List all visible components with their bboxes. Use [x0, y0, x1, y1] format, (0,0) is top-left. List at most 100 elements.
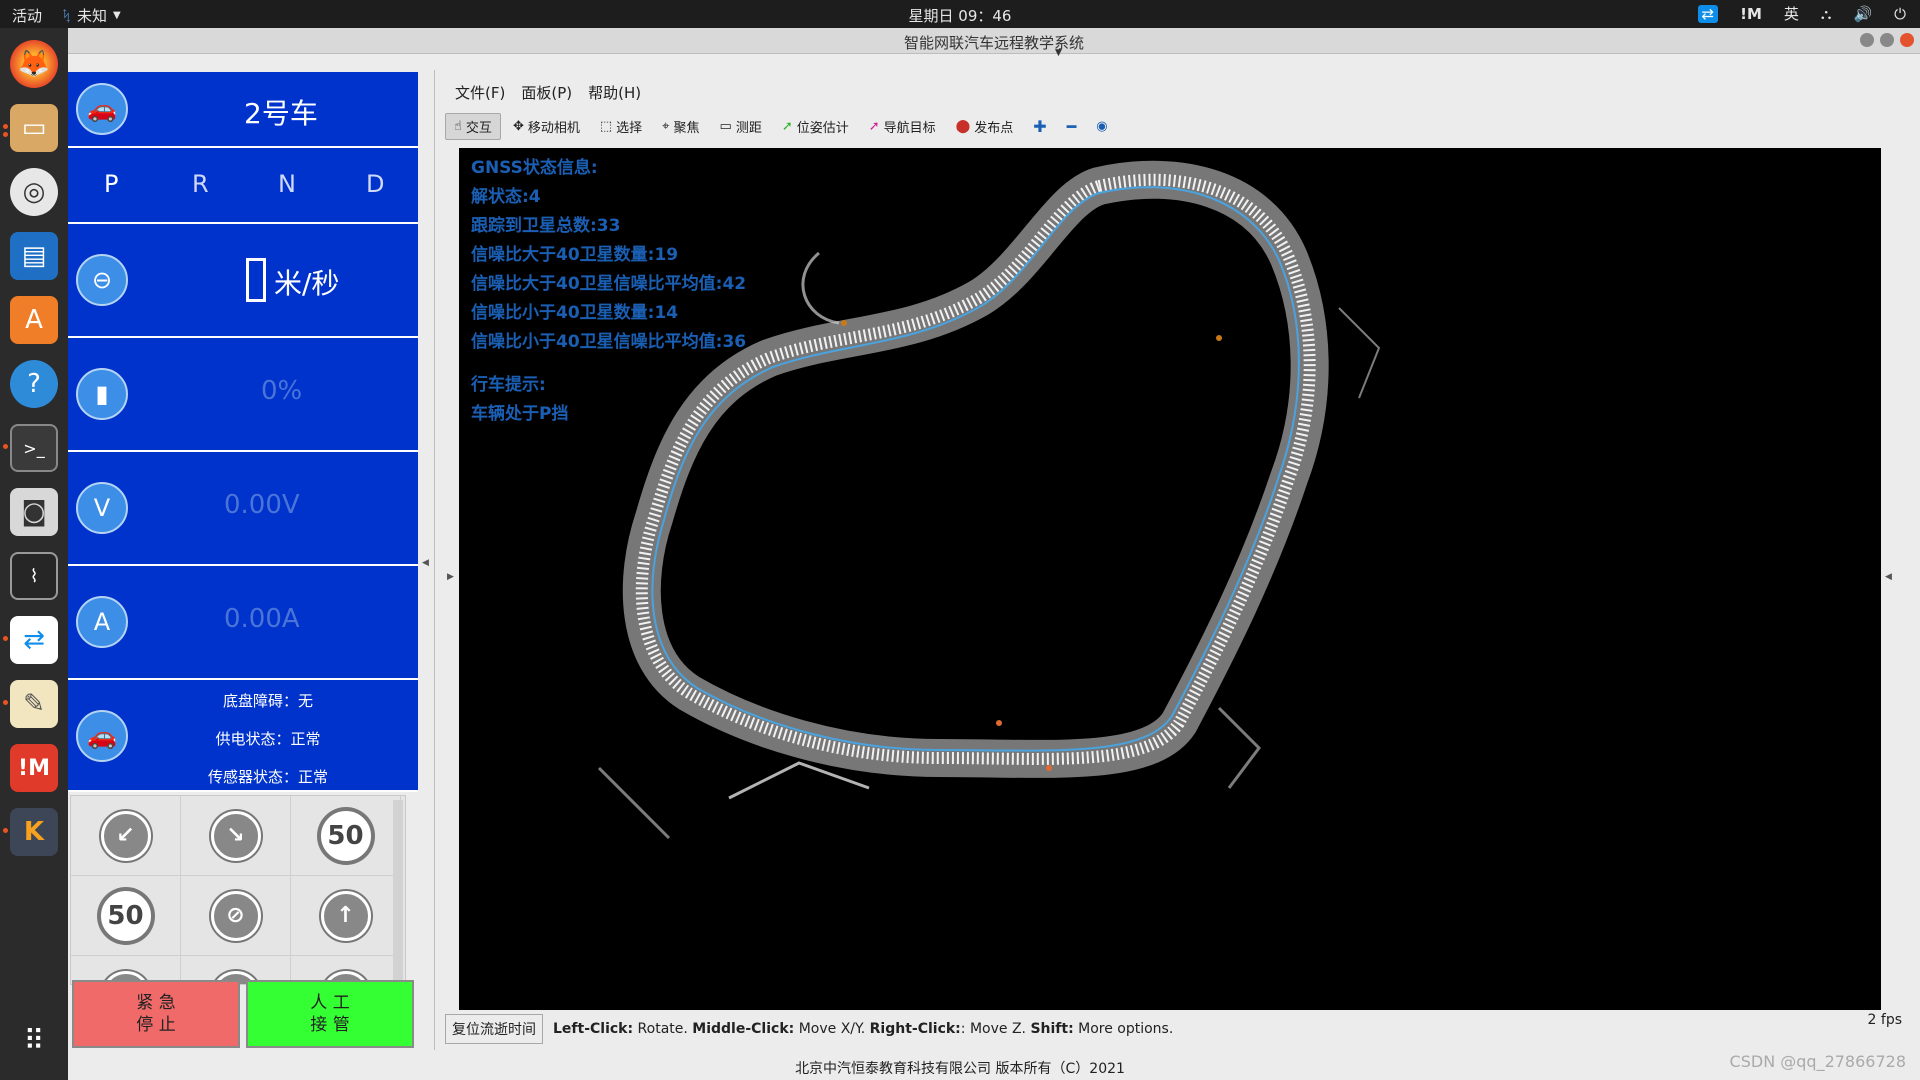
camera-icon[interactable]: ◙: [10, 488, 58, 536]
power-icon[interactable]: ⏻: [1894, 5, 1906, 23]
battery-percent: 0%: [261, 376, 303, 406]
speed-value-box: [246, 258, 266, 302]
view-options-icon[interactable]: ◉: [1088, 116, 1115, 137]
sign-cell[interactable]: ↑: [291, 876, 401, 956]
fps-counter: 2 fps: [1867, 1012, 1902, 1028]
car-icon: 🚗: [76, 83, 128, 135]
copyright-footer: 北京中汽恒泰教育科技有限公司 版本所有（C）2021: [795, 1061, 1125, 1077]
tool-interact[interactable]: ☝ 交互: [445, 112, 501, 140]
network-icon[interactable]: ⛬: [1821, 5, 1832, 23]
tool-focus[interactable]: ⌖ 聚焦: [654, 114, 707, 139]
power-status: 供电状态：正常: [215, 730, 321, 748]
select-icon: ⬚: [599, 118, 613, 134]
im-icon[interactable]: !M: [10, 744, 58, 792]
help-icon[interactable]: ?: [10, 360, 58, 408]
status-block: 🚗 底盘障碍：无 供电状态：正常 传感器状态：正常: [68, 680, 418, 792]
sign-cell[interactable]: ⊘: [181, 876, 291, 956]
volume-icon[interactable]: 🔊: [1853, 5, 1872, 23]
terminal-icon[interactable]: >_: [10, 424, 58, 472]
pose-estimate-icon: ➚: [781, 118, 793, 134]
dock: 🦊 ▭ ◎ ▤ A ? >_ ◙ ⌇ ⇄ ✎ !M K ⠿: [0, 28, 68, 1080]
emergency-stop-button[interactable]: 紧 急 停 止: [72, 980, 240, 1048]
driving-hint: 车辆处于P挡: [471, 404, 569, 424]
straight-sign-icon: ↑: [320, 890, 371, 941]
voltage-icon: V: [76, 482, 128, 534]
current-value: 0.00A: [224, 604, 300, 634]
maximize-button[interactable]: [1880, 33, 1894, 47]
rhythmbox-icon[interactable]: ◎: [10, 168, 58, 216]
gear-d[interactable]: D: [366, 170, 384, 198]
left-collapse-arrow-icon[interactable]: ▶: [447, 572, 454, 582]
text-editor-icon[interactable]: ✎: [10, 680, 58, 728]
sensor-status: 传感器状态：正常: [207, 768, 328, 786]
voltage-block: V 0.00V: [68, 452, 418, 566]
vehicle-panel: 🚗 2号车 P R N D ⊖ 米/秒 ▮ 0% V 0.00V A 0.00A…: [68, 70, 418, 1055]
hand-icon: ☝: [454, 118, 462, 134]
left-splitter-arrow-icon[interactable]: ◀: [422, 558, 429, 568]
remove-tool-button[interactable]: ━: [1059, 114, 1085, 139]
tool-publish-point[interactable]: ⬤ 发布点: [948, 114, 1022, 139]
battery-block: ▮ 0%: [68, 338, 418, 452]
gnss-solution: 解状态:4: [471, 187, 541, 207]
gnss-overlay: GNSS状态信息: 解状态:4 跟踪到卫星总数:33 信噪比大于40卫星数量:1…: [471, 154, 746, 429]
menu-file[interactable]: 文件(F): [455, 82, 505, 103]
close-button[interactable]: [1900, 33, 1914, 47]
speed-limit-sign-icon: 50: [100, 890, 151, 941]
menu-help[interactable]: 帮助(H): [588, 82, 641, 103]
software-icon[interactable]: A: [10, 296, 58, 344]
chevron-down-icon: ▼: [1055, 48, 1062, 58]
gnss-snr-above-count: 信噪比大于40卫星数量:19: [471, 245, 679, 265]
im-tray-icon[interactable]: !M: [1740, 5, 1762, 23]
firefox-icon[interactable]: 🦊: [10, 40, 58, 88]
gnss-snr-above-avg: 信噪比大于40卫星信噪比平均值:42: [471, 274, 747, 294]
sign-grid-scrollbar[interactable]: [393, 800, 403, 980]
traffic-sign-grid[interactable]: ↙ ↘ 50 50 ⊘ ↑: [70, 795, 406, 985]
gear-block: P R N D: [68, 148, 418, 224]
kylin-icon[interactable]: K: [10, 808, 58, 856]
sign-cell[interactable]: 50: [71, 876, 181, 956]
right-collapse-arrow-icon[interactable]: ◀: [1885, 572, 1892, 582]
gear-r[interactable]: R: [192, 170, 209, 198]
3d-viewport[interactable]: GNSS状态信息: 解状态:4 跟踪到卫星总数:33 信噪比大于40卫星数量:1…: [459, 148, 1881, 1010]
speed-limit-sign-icon: 50: [320, 810, 371, 861]
gnss-snr-below-count: 信噪比小于40卫星数量:14: [471, 303, 679, 323]
minimize-button[interactable]: [1860, 33, 1874, 47]
car-icon: 🚗: [76, 710, 128, 762]
clock[interactable]: 星期日 09：46: [0, 5, 1920, 26]
tool-select[interactable]: ⬚ 选择: [592, 114, 650, 139]
chassis-fault-status: 底盘障碍：无: [222, 692, 313, 710]
writer-icon[interactable]: ▤: [10, 232, 58, 280]
focus-icon: ⌖: [662, 118, 670, 134]
reset-time-button[interactable]: 复位流逝时间: [445, 1014, 543, 1044]
driving-hint-title: 行车提示:: [471, 375, 546, 395]
measure-icon: ▭: [719, 118, 732, 134]
speed-unit: 米/秒: [274, 267, 340, 300]
watermark: CSDN @qq_27866728: [1729, 1052, 1906, 1071]
monitor-icon[interactable]: ⌇: [10, 552, 58, 600]
no-turn-sign-icon: ⊘: [210, 890, 261, 941]
files-icon[interactable]: ▭: [10, 104, 58, 152]
speed-block: ⊖ 米/秒: [68, 224, 418, 338]
gnss-tracked: 跟踪到卫星总数:33: [471, 216, 621, 236]
voltage-value: 0.00V: [224, 490, 300, 520]
top-bar: 活动 ᛪ 未知 ▼ 星期日 09：46 ⇄ !M 英 ⛬ 🔊 ⏻: [0, 0, 1920, 28]
teamviewer-icon[interactable]: ⇄: [10, 616, 58, 664]
menu-panels[interactable]: 面板(P): [521, 82, 572, 103]
gear-n[interactable]: N: [278, 170, 296, 198]
tool-pose-estimate[interactable]: ➚ 位姿估计: [774, 114, 857, 139]
show-apps-icon[interactable]: ⠿: [10, 1016, 58, 1064]
language-indicator[interactable]: 英: [1784, 3, 1799, 24]
tool-measure[interactable]: ▭ 测距: [712, 114, 770, 139]
teamviewer-tray-icon[interactable]: ⇄: [1697, 4, 1719, 23]
sign-cell[interactable]: 50: [291, 796, 401, 876]
tool-move-camera[interactable]: ✥ 移动相机: [505, 114, 588, 139]
manual-takeover-button[interactable]: 人 工 接 管: [246, 980, 414, 1048]
turn-left-sign-icon: ↙: [100, 810, 151, 861]
sign-cell[interactable]: ↘: [181, 796, 291, 876]
gear-p[interactable]: P: [104, 170, 118, 198]
tool-nav-goal[interactable]: ➚ 导航目标: [861, 114, 944, 139]
system-tray: ⇄ !M 英 ⛬ 🔊 ⏻: [1697, 3, 1906, 24]
gnss-title: GNSS状态信息:: [471, 158, 598, 178]
add-tool-button[interactable]: ✚: [1025, 114, 1054, 139]
sign-cell[interactable]: ↙: [71, 796, 181, 876]
